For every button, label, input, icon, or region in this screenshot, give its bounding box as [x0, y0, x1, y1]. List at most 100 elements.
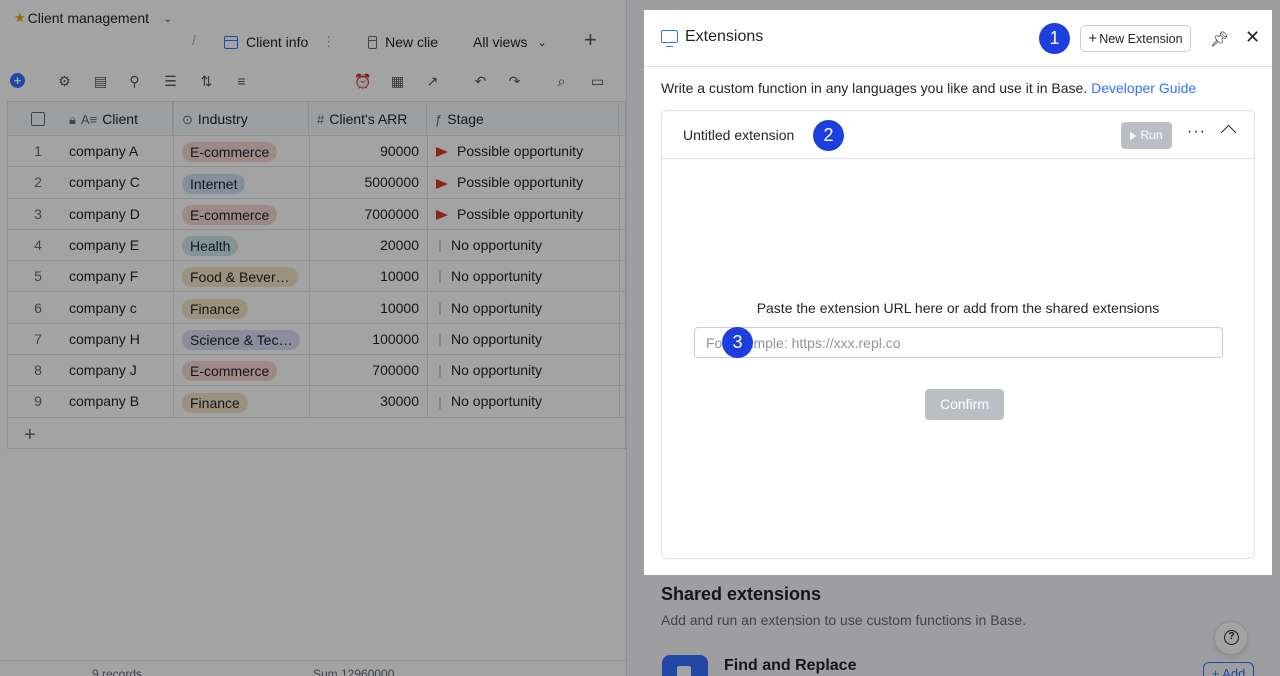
- client-cell[interactable]: company H: [69, 324, 173, 355]
- filter-icon[interactable]: ⚲: [126, 73, 143, 90]
- flag-icon: [439, 271, 441, 284]
- industry-tag: E-commerce: [182, 142, 278, 163]
- close-icon[interactable]: ✕: [1245, 27, 1260, 48]
- confirm-button[interactable]: Confirm: [925, 389, 1004, 420]
- industry-cell[interactable]: E-commerce: [173, 136, 309, 167]
- select-all-cell[interactable]: [8, 102, 69, 136]
- row-number: 7: [34, 330, 42, 347]
- table-row[interactable]: 9 company B Finance 30000 No opportunity: [8, 386, 625, 418]
- column-header-client[interactable]: 🔒︎ A≡ Client: [69, 102, 173, 136]
- sum-summary[interactable]: Sum 12960000: [313, 667, 394, 676]
- tab-all-views[interactable]: All views ⌄: [463, 22, 557, 62]
- client-cell[interactable]: company B: [69, 386, 173, 417]
- industry-cell[interactable]: Health: [173, 229, 309, 261]
- tab-client-info[interactable]: Client info ⋮: [214, 22, 351, 62]
- extension-title[interactable]: Untitled extension: [683, 127, 794, 143]
- table-row[interactable]: 5 company F Food & Bever… 10000 No opportuni…: [8, 261, 625, 293]
- stage-cell[interactable]: No opportunity: [427, 229, 619, 261]
- stage-cell[interactable]: No opportunity: [427, 386, 619, 418]
- row-height-icon[interactable]: ≡: [233, 73, 250, 90]
- undo-icon[interactable]: ↶: [472, 73, 489, 90]
- table-row[interactable]: 3 company D E-commerce 7000000 Possible oppo…: [8, 198, 625, 230]
- settings-icon[interactable]: ⚙: [56, 73, 73, 90]
- table-row[interactable]: 8 company J E-commerce 700000 No opportunity: [8, 355, 625, 387]
- table-row[interactable]: 7 company H Science & Tec… 100000 No opportu…: [8, 323, 625, 356]
- industry-cell[interactable]: E-commerce: [173, 355, 309, 387]
- arr-cell[interactable]: 100000: [309, 323, 427, 355]
- stage-cell[interactable]: No opportunity: [427, 355, 619, 387]
- client-cell[interactable]: company E: [69, 230, 173, 261]
- extension-url-input[interactable]: [694, 327, 1223, 358]
- client-cell[interactable]: company D: [69, 199, 173, 230]
- stage-cell[interactable]: No opportunity: [427, 323, 619, 355]
- new-extension-button[interactable]: + New Extension: [1080, 25, 1191, 52]
- flag-icon: [439, 334, 441, 347]
- stage-cell[interactable]: Possible opportunity: [427, 198, 619, 230]
- form-icon[interactable]: ▦: [389, 73, 406, 90]
- stage-cell[interactable]: Possible opportunity: [427, 136, 619, 167]
- share-icon[interactable]: ↗: [424, 73, 441, 90]
- text-field-icon: A≡: [80, 112, 98, 127]
- group-icon[interactable]: ☰: [162, 73, 179, 90]
- industry-cell[interactable]: Finance: [173, 386, 309, 418]
- industry-cell[interactable]: Science & Tec…: [173, 323, 309, 355]
- record-count[interactable]: 9 records: [92, 667, 142, 676]
- stage-text: No opportunity: [451, 393, 543, 410]
- more-vertical-icon[interactable]: ⋮: [322, 34, 335, 50]
- tab-new-client[interactable]: New clie: [358, 22, 448, 62]
- search-icon[interactable]: ⌕: [553, 73, 570, 90]
- industry-cell[interactable]: Food & Bever…: [173, 261, 309, 293]
- sort-icon[interactable]: ⇅: [198, 73, 215, 90]
- table-row[interactable]: 6 company c Finance 10000 No opportunity: [8, 292, 625, 324]
- industry-tag: Finance: [182, 392, 248, 413]
- stage-cell[interactable]: No opportunity: [427, 261, 619, 293]
- client-cell[interactable]: company F: [69, 261, 173, 292]
- add-extension-button[interactable]: + Add: [1203, 662, 1254, 676]
- column-header-stage[interactable]: ƒ Stage: [427, 102, 619, 136]
- industry-cell[interactable]: Finance: [173, 292, 309, 324]
- select-all-checkbox[interactable]: [31, 112, 45, 126]
- pin-icon[interactable]: 📌︎: [1210, 30, 1229, 48]
- field-icon[interactable]: ▤: [92, 73, 109, 90]
- arr-cell[interactable]: 30000: [309, 386, 427, 418]
- arr-cell[interactable]: 90000: [309, 136, 427, 167]
- arr-cell[interactable]: 700000: [309, 355, 427, 387]
- stage-cell[interactable]: Possible opportunity: [427, 167, 619, 199]
- tab-label: All views: [473, 34, 528, 50]
- redo-icon[interactable]: ↷: [506, 73, 523, 90]
- column-header-industry[interactable]: ⊙ Industry: [173, 102, 309, 136]
- shared-extensions-subtitle: Add and run an extension to use custom f…: [661, 612, 1027, 628]
- table-row[interactable]: 1 company A E-commerce 90000 Possible opport…: [8, 136, 625, 168]
- run-button[interactable]: Run: [1121, 122, 1172, 149]
- table-row[interactable]: 4 company E Health 20000 No opportunity: [8, 229, 625, 262]
- shared-extension-name[interactable]: Find and Replace: [724, 657, 856, 675]
- developer-guide-link[interactable]: Developer Guide: [1091, 80, 1196, 96]
- add-row-plus-icon[interactable]: +: [24, 424, 36, 447]
- run-label: Run: [1140, 128, 1163, 142]
- arr-cell[interactable]: 5000000: [309, 167, 427, 199]
- client-cell[interactable]: company A: [69, 136, 173, 167]
- table-row[interactable]: 2 company C Internet 5000000 Possible opport…: [8, 167, 625, 199]
- stage-cell[interactable]: No opportunity: [427, 292, 619, 324]
- stage-text: Possible opportunity: [457, 205, 584, 222]
- tab-label: New clie: [385, 34, 438, 50]
- industry-cell[interactable]: E-commerce: [173, 198, 309, 230]
- column-header-arr[interactable]: # Client's ARR: [309, 102, 427, 136]
- arr-cell[interactable]: 10000: [309, 261, 427, 293]
- more-icon[interactable]: ···: [1187, 123, 1206, 141]
- industry-cell[interactable]: Internet: [173, 167, 309, 199]
- alarm-icon[interactable]: ⏰: [354, 73, 371, 90]
- client-cell[interactable]: company J: [69, 355, 173, 386]
- view-tabs: / Client info ⋮ New clie All views ⌄ +: [0, 22, 640, 62]
- arr-cell[interactable]: 20000: [309, 229, 427, 261]
- chevron-up-icon[interactable]: [1220, 124, 1237, 141]
- arr-cell[interactable]: 10000: [309, 292, 427, 324]
- comment-icon[interactable]: ▭: [589, 73, 606, 90]
- arr-cell[interactable]: 7000000: [309, 198, 427, 230]
- client-cell[interactable]: company c: [69, 293, 173, 324]
- single-select-icon: ⊙: [182, 112, 193, 127]
- add-view-plus-icon[interactable]: +: [584, 29, 597, 51]
- client-cell[interactable]: company C: [69, 167, 173, 198]
- add-record-plus-icon[interactable]: +: [10, 73, 25, 88]
- help-button[interactable]: ?: [1214, 621, 1248, 655]
